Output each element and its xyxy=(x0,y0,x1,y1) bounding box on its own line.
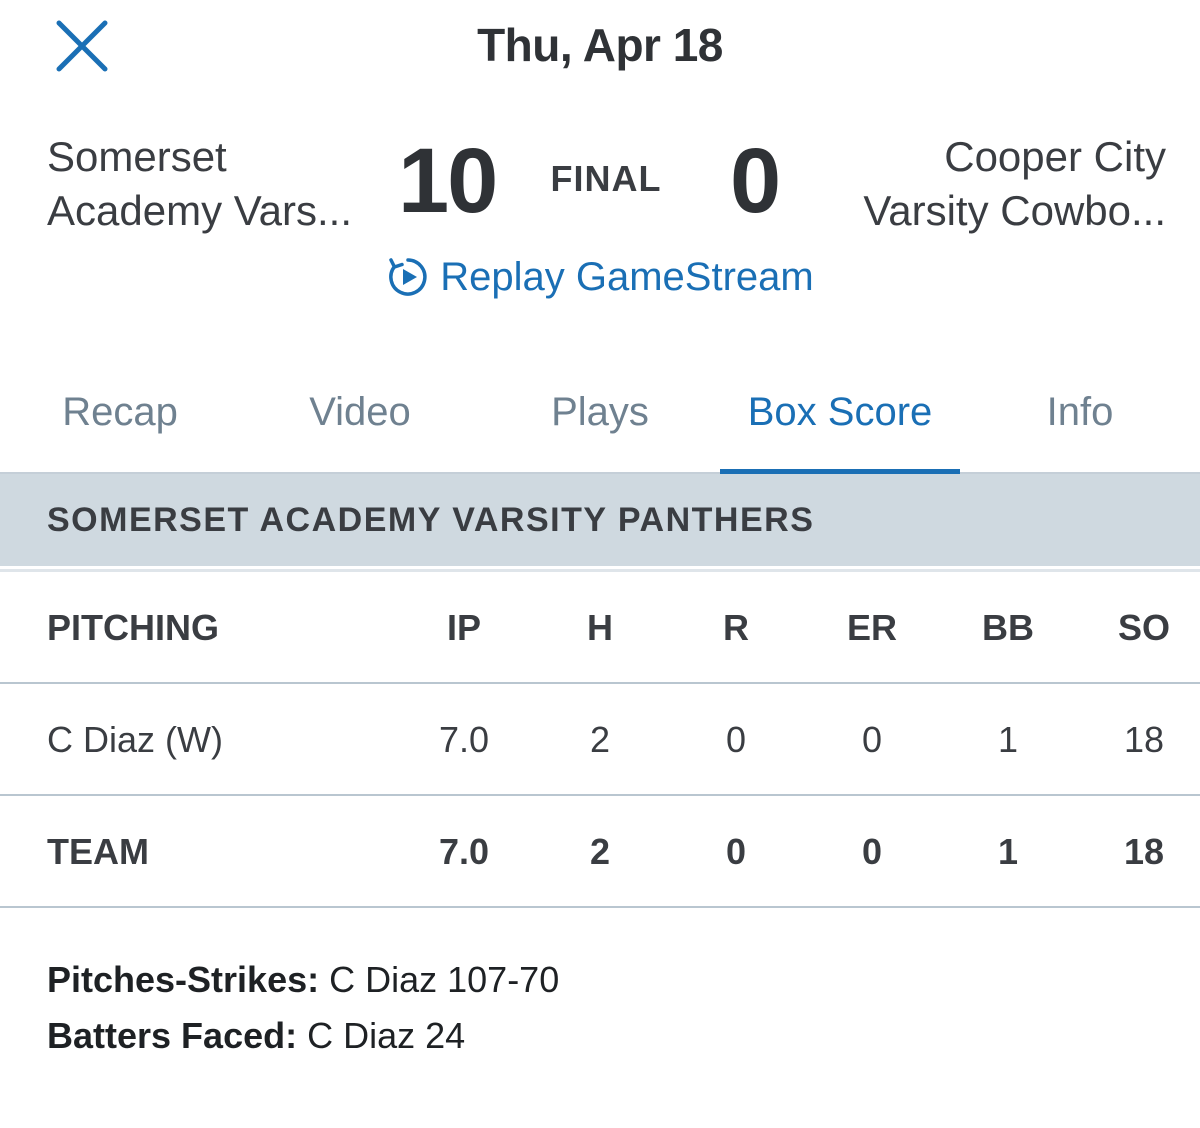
tab-box-score[interactable]: Box Score xyxy=(720,370,960,474)
home-team-name-line1: Somerset xyxy=(47,133,227,180)
total-ip: 7.0 xyxy=(438,831,490,872)
cell-r: 0 xyxy=(725,719,747,760)
table-header-row: PITCHING IP H R ER BB SO xyxy=(0,572,1200,684)
home-score: 10 xyxy=(398,130,498,232)
table-row[interactable]: C Diaz (W) 7.0 2 0 0 1 18 xyxy=(0,684,1200,796)
total-r: 0 xyxy=(725,831,747,872)
tab-bar: Recap Video Plays Box Score Info xyxy=(0,370,1200,474)
column-header-ip: IP xyxy=(446,607,481,648)
batters-faced-note: Batters Faced: C Diaz 24 xyxy=(47,1008,559,1064)
pitches-strikes-label: Pitches-Strikes: xyxy=(47,959,320,1000)
column-header-r: R xyxy=(723,607,749,648)
replay-icon xyxy=(389,258,427,296)
replay-gamestream-link[interactable]: Replay GameStream xyxy=(0,250,1200,304)
pitching-table: PITCHING IP H R ER BB SO C Diaz (W) 7.0 … xyxy=(0,572,1200,908)
batters-faced-value: C Diaz 24 xyxy=(297,1015,466,1056)
pitches-strikes-note: Pitches-Strikes: C Diaz 107-70 xyxy=(47,952,559,1008)
tab-info[interactable]: Info xyxy=(960,370,1200,472)
cell-h: 2 xyxy=(589,719,611,760)
batters-faced-label: Batters Faced: xyxy=(47,1015,298,1056)
team-section-header: SOMERSET ACADEMY VARSITY PANTHERS xyxy=(0,474,1200,566)
total-bb: 1 xyxy=(997,831,1019,872)
game-date: Thu, Apr 18 xyxy=(477,19,723,71)
tab-recap[interactable]: Recap xyxy=(0,370,240,472)
total-label: TEAM xyxy=(47,831,149,872)
column-header-h: H xyxy=(587,607,613,648)
cell-bb: 1 xyxy=(997,719,1019,760)
game-status: FINAL xyxy=(550,158,662,199)
away-team-name[interactable]: Cooper City Varsity Cowbo... xyxy=(806,130,1166,238)
total-h: 2 xyxy=(589,831,611,872)
cell-so: 18 xyxy=(1123,719,1165,760)
total-so: 18 xyxy=(1123,831,1165,872)
away-score: 0 xyxy=(730,130,781,232)
pitches-strikes-value: C Diaz 107-70 xyxy=(319,959,560,1000)
pitching-notes: Pitches-Strikes: C Diaz 107-70 Batters F… xyxy=(47,952,559,1064)
total-er: 0 xyxy=(861,831,883,872)
cell-ip: 7.0 xyxy=(438,719,490,760)
table-total-row: TEAM 7.0 2 0 0 1 18 xyxy=(0,796,1200,908)
column-header-bb: BB xyxy=(982,607,1034,648)
box-score-screen: Thu, Apr 18 Somerset Academy Vars... 10 … xyxy=(0,0,1200,1128)
away-team-name-line2: Varsity Cowbo... xyxy=(863,187,1166,234)
home-team-name-line2: Academy Vars... xyxy=(47,187,352,234)
home-team-name[interactable]: Somerset Academy Vars... xyxy=(47,130,407,238)
replay-label: Replay GameStream xyxy=(440,254,814,299)
column-header-er: ER xyxy=(846,607,897,648)
away-team-name-line1: Cooper City xyxy=(944,133,1166,180)
column-header-pitching: PITCHING xyxy=(47,607,220,648)
pitcher-name[interactable]: C Diaz (W) xyxy=(47,684,223,796)
tab-video[interactable]: Video xyxy=(240,370,480,472)
tab-plays[interactable]: Plays xyxy=(480,370,720,472)
cell-er: 0 xyxy=(861,719,883,760)
column-header-so: SO xyxy=(1117,607,1170,648)
